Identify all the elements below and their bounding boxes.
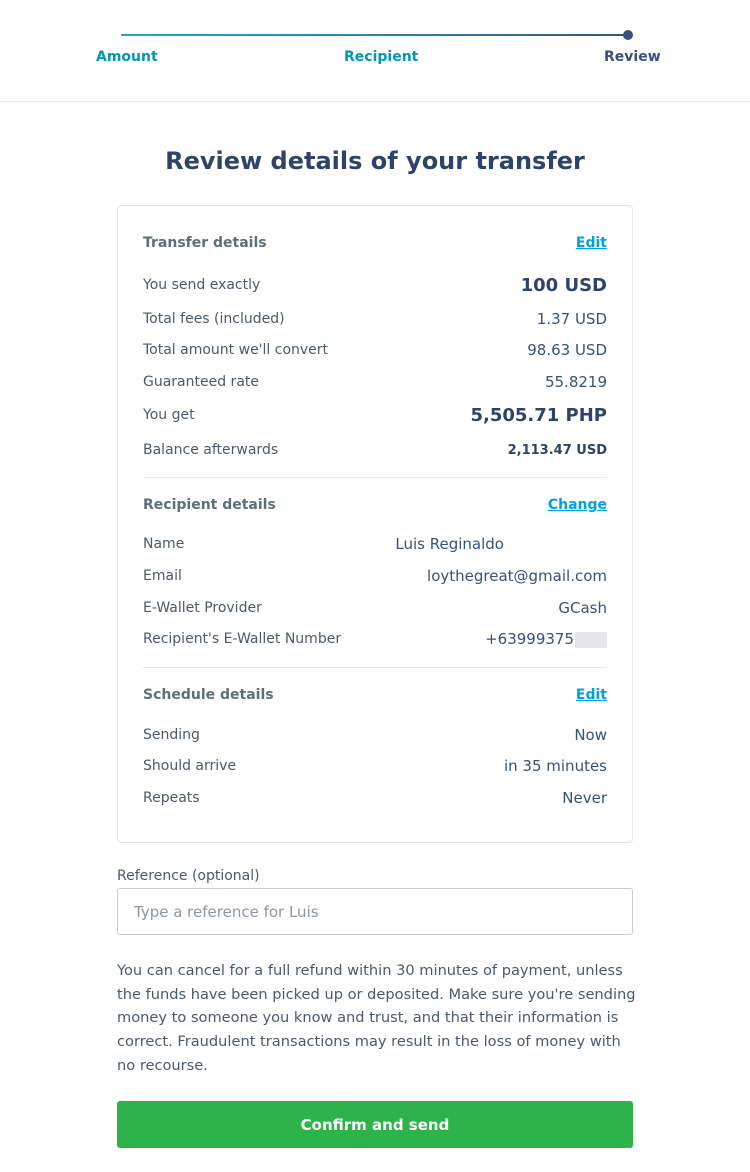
row-recipient-name: Name Luis Reginaldo	[143, 532, 607, 556]
row-label: Repeats	[143, 790, 200, 806]
transfer-details-title: Transfer details	[143, 235, 267, 251]
receive-amount: 5,505.71 PHP	[470, 404, 607, 426]
ewallet-number-wrap: +63999375	[485, 630, 607, 648]
row-sending: Sending Now	[143, 723, 607, 747]
stepper-current-dot	[623, 30, 633, 40]
reference-input[interactable]	[117, 888, 633, 935]
row-label: You send exactly	[143, 277, 261, 293]
row-label: Email	[143, 568, 182, 584]
repeats-value: Never	[562, 789, 607, 807]
schedule-details-title: Schedule details	[143, 687, 274, 703]
confirm-and-send-button[interactable]: Confirm and send	[117, 1101, 633, 1148]
refund-disclaimer: You can cancel for a full refund within …	[117, 962, 636, 1074]
section-divider	[143, 667, 607, 668]
row-label: E-Wallet Provider	[143, 600, 262, 616]
balance-after: 2,113.47 USD	[507, 442, 607, 458]
row-recipient-email: Email loythegreat@gmail.com	[143, 564, 607, 588]
row-label: Name	[143, 536, 185, 552]
recipient-details-header: Recipient details Change	[143, 493, 607, 517]
review-card: Transfer details Edit You send exactly 1…	[117, 205, 633, 843]
page-title: Review details of your transfer	[165, 147, 585, 175]
edit-transfer-link[interactable]: Edit	[576, 235, 607, 251]
step-amount[interactable]: Amount	[96, 49, 158, 65]
transfer-details-header: Transfer details Edit	[143, 231, 607, 255]
recipient-name: Luis Reginaldo	[395, 535, 504, 553]
row-label: Recipient's E-Wallet Number	[143, 631, 342, 647]
row-ewallet-number: Recipient's E-Wallet Number +63999375	[143, 627, 607, 651]
change-recipient-link[interactable]: Change	[548, 497, 607, 513]
row-total-fees: Total fees (included) 1.37 USD	[143, 307, 607, 331]
send-amount: 100 USD	[520, 274, 607, 296]
row-label: Guaranteed rate	[143, 374, 259, 390]
section-divider	[143, 477, 607, 478]
rate-value: 55.8219	[544, 373, 607, 391]
row-convert-amount: Total amount we'll convert 98.63 USD	[143, 338, 607, 362]
step-review: Review	[604, 49, 661, 65]
redaction-block	[575, 631, 607, 648]
recipient-email: loythegreat@gmail.com	[427, 567, 607, 585]
row-label: Total amount we'll convert	[143, 342, 329, 358]
edit-schedule-link[interactable]: Edit	[576, 687, 607, 703]
recipient-details-title: Recipient details	[143, 497, 276, 513]
schedule-details-header: Schedule details Edit	[143, 683, 607, 707]
row-label: Should arrive	[143, 758, 237, 774]
row-you-get: You get 5,505.71 PHP	[143, 403, 607, 427]
row-you-send: You send exactly 100 USD	[143, 273, 607, 297]
row-label: Balance afterwards	[143, 442, 279, 458]
fees-amount: 1.37 USD	[536, 310, 607, 328]
arrival-value: in 35 minutes	[503, 757, 607, 775]
sending-value: Now	[574, 726, 607, 744]
row-label: Total fees (included)	[143, 311, 285, 327]
row-ewallet-provider: E-Wallet Provider GCash	[143, 596, 607, 620]
ewallet-provider: GCash	[558, 599, 607, 617]
row-label: Sending	[143, 727, 200, 743]
progress-stepper: Amount Recipient Review	[0, 0, 750, 102]
step-recipient[interactable]: Recipient	[344, 49, 418, 65]
ewallet-number: +63999375	[485, 630, 574, 648]
reference-label: Reference (optional)	[117, 868, 260, 884]
row-guaranteed-rate: Guaranteed rate 55.8219	[143, 370, 607, 394]
row-should-arrive: Should arrive in 35 minutes	[143, 754, 607, 778]
convert-amount: 98.63 USD	[527, 341, 607, 359]
row-repeats: Repeats Never	[143, 786, 607, 810]
row-balance-afterwards: Balance afterwards 2,113.47 USD	[143, 438, 607, 462]
stepper-progress-line	[121, 34, 628, 36]
row-label: You get	[143, 407, 195, 423]
